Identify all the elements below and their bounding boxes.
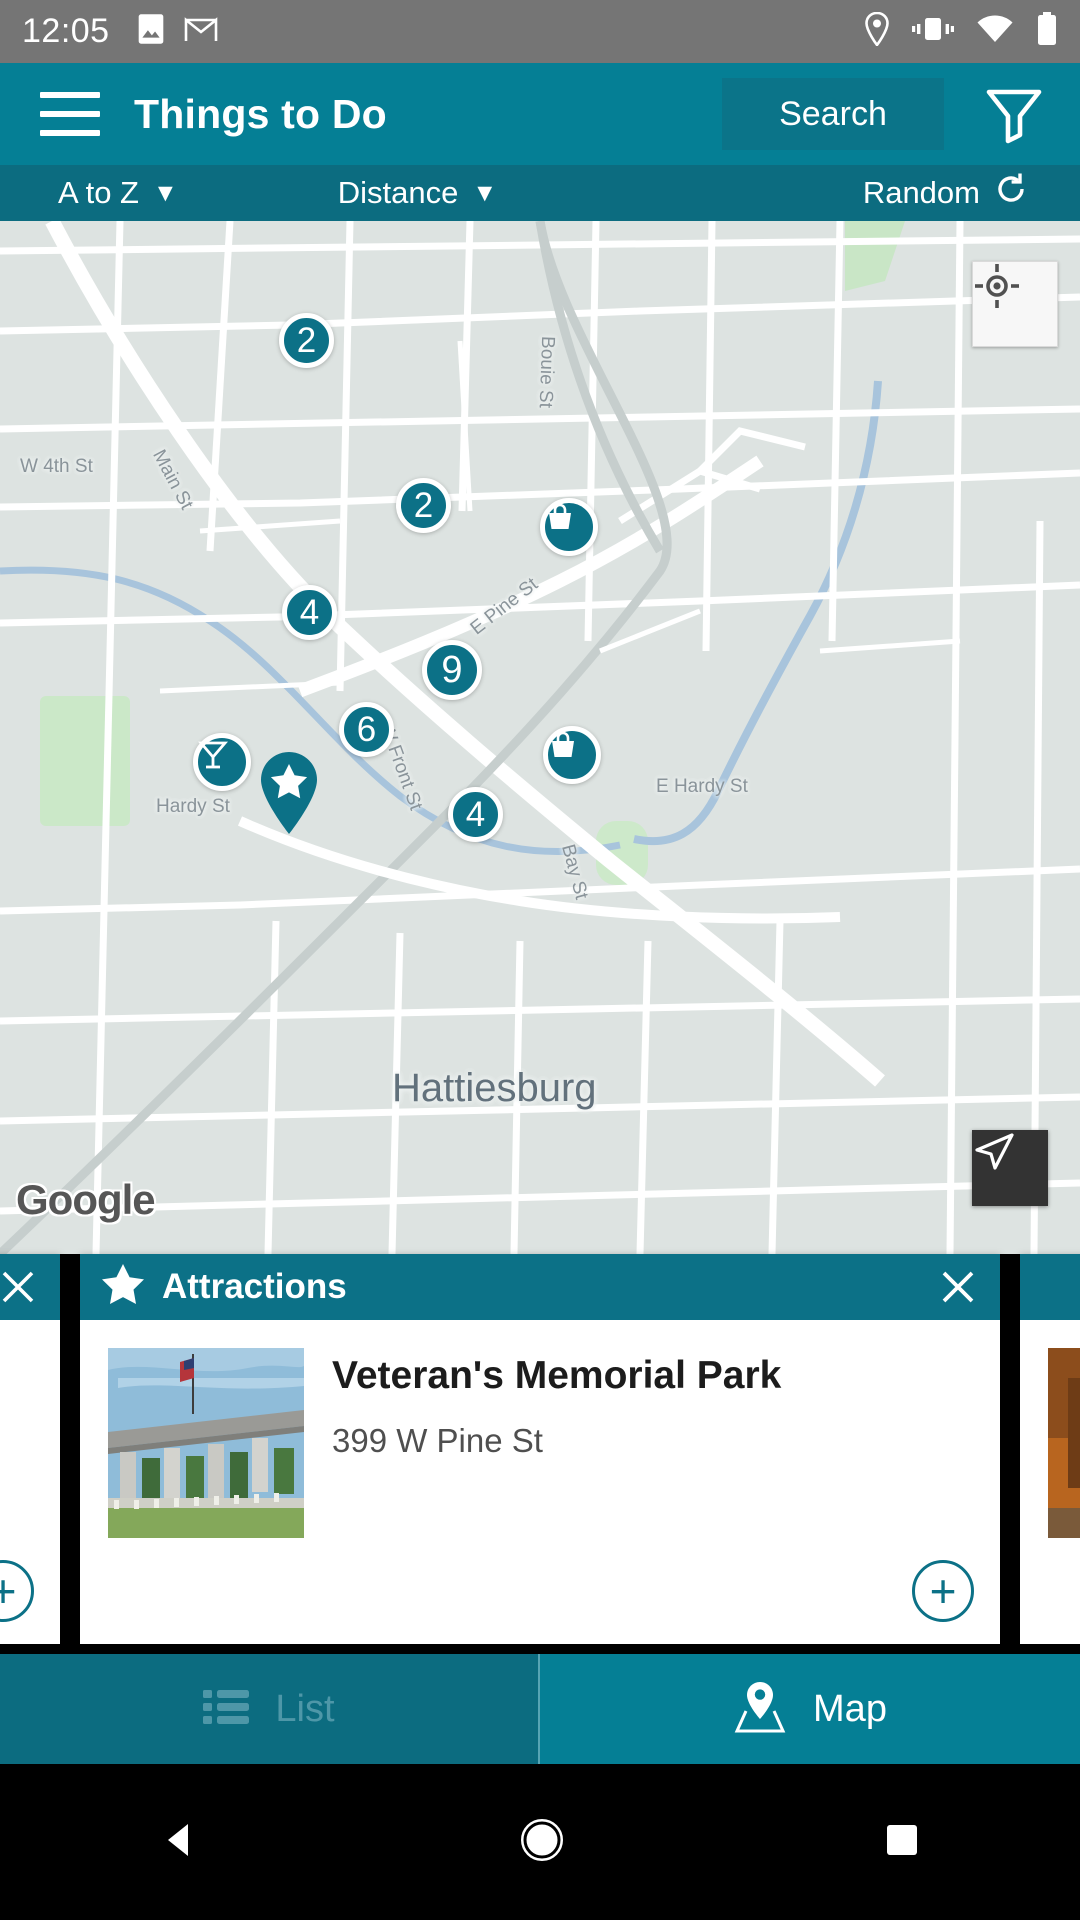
sort-option-distance[interactable]: Distance ▼	[338, 175, 497, 211]
bottom-navigation: List Map	[0, 1654, 1080, 1764]
status-notification-icons	[136, 13, 218, 50]
cluster-count: 6	[356, 709, 377, 749]
map-view[interactable]: Hattiesburg W 4th St Main St Bouie St E …	[0, 221, 1080, 1254]
cluster-count: 2	[413, 485, 434, 525]
wifi-icon	[976, 14, 1014, 49]
chevron-down-icon: ▼	[472, 178, 498, 207]
cluster-count: 4	[299, 592, 320, 632]
map-pin-icon	[733, 1681, 787, 1738]
sort-label-distance: Distance	[337, 175, 459, 210]
close-x-icon[interactable]	[936, 1265, 980, 1309]
page-title: Things to Do	[134, 90, 387, 137]
map-cluster-marker[interactable]: 4	[448, 787, 503, 842]
card-category-label: Attractions	[162, 1267, 347, 1306]
location-icon	[864, 11, 890, 51]
sort-label-a-to-z: A to Z	[58, 175, 139, 210]
status-clock: 12:05	[22, 12, 110, 50]
app-bar: Things to Do Search	[0, 63, 1080, 165]
android-navigation-bar	[0, 1764, 1080, 1920]
refresh-icon	[994, 172, 1028, 214]
poi-address: 399 W Pine St	[332, 1422, 543, 1459]
map-city-label: Hattiesburg	[392, 1066, 597, 1110]
status-bar: 12:05	[0, 0, 1080, 63]
tab-label-map: Map	[813, 1687, 887, 1730]
card-header	[0, 1254, 60, 1320]
google-attribution: Google	[16, 1176, 156, 1223]
sort-bar: A to Z ▼ Distance ▼ Random	[0, 165, 1080, 221]
list-lines-icon	[203, 1687, 250, 1732]
star-icon	[100, 1262, 146, 1313]
search-button[interactable]: Search	[722, 78, 944, 150]
home-circle-icon[interactable]	[518, 1816, 566, 1869]
card-body	[1020, 1320, 1080, 1644]
poi-card-carousel[interactable]: + Attractions Veteran's Memorial Park 39…	[0, 1254, 1080, 1644]
chevron-down-icon: ▼	[152, 178, 178, 207]
filter-funnel-icon[interactable]	[966, 66, 1062, 162]
close-x-icon[interactable]	[0, 1265, 40, 1309]
map-poi-nightlife[interactable]	[193, 733, 251, 791]
street-label: Hardy St	[156, 796, 230, 817]
poi-thumbnail	[108, 1348, 304, 1538]
cluster-count: 2	[296, 320, 317, 360]
card-header: Attractions	[80, 1254, 1000, 1320]
poi-card-previous[interactable]: +	[0, 1254, 60, 1644]
street-label: Bouie St	[534, 335, 559, 409]
phone-screen: 12:05 Things to Do Search A to Z ▼ Dista…	[0, 0, 1080, 1920]
vibrate-icon	[912, 14, 954, 49]
sort-option-a-to-z[interactable]: A to Z ▼	[58, 175, 178, 211]
cluster-count: 9	[441, 648, 463, 691]
navigation-arrow-icon[interactable]	[972, 1130, 1048, 1206]
poi-name: Veteran's Memorial Park	[332, 1354, 782, 1397]
back-triangle-icon[interactable]	[158, 1818, 202, 1867]
recents-square-icon[interactable]	[882, 1820, 922, 1865]
star-location-pin[interactable]	[257, 751, 321, 835]
sort-label-random: Random	[862, 175, 980, 210]
battery-icon	[1036, 12, 1058, 51]
map-cluster-marker[interactable]: 2	[279, 313, 334, 368]
tab-list[interactable]: List	[0, 1654, 540, 1764]
card-header	[1020, 1254, 1080, 1320]
card-body: Veteran's Memorial Park 399 W Pine St +	[80, 1320, 1000, 1644]
status-system-icons	[864, 11, 1058, 51]
plus-circle-icon[interactable]: +	[912, 1560, 974, 1622]
plus-circle-icon[interactable]: +	[0, 1560, 34, 1622]
my-location-crosshair-icon[interactable]	[972, 261, 1058, 347]
map-cluster-marker[interactable]: 2	[396, 478, 451, 533]
street-label: W 4th St	[20, 456, 93, 477]
map-poi-shopping[interactable]	[543, 726, 601, 784]
hamburger-menu-icon[interactable]	[40, 92, 100, 136]
poi-details: Veteran's Memorial Park 399 W Pine St	[332, 1348, 781, 1644]
map-cluster-marker[interactable]: 4	[282, 585, 337, 640]
photos-icon	[136, 13, 166, 50]
map-poi-shopping[interactable]	[540, 498, 598, 556]
cluster-count: 4	[465, 794, 486, 834]
tab-map[interactable]: Map	[540, 1654, 1080, 1764]
map-cluster-marker[interactable]: 9	[422, 640, 482, 700]
gmail-icon	[184, 15, 218, 48]
poi-card-next[interactable]	[1020, 1254, 1080, 1644]
card-body: +	[0, 1320, 60, 1644]
sort-option-random[interactable]: Random	[863, 172, 1028, 214]
map-cluster-marker[interactable]: 6	[339, 702, 394, 757]
poi-card-current[interactable]: Attractions Veteran's Memorial Park 399 …	[80, 1254, 1000, 1644]
poi-thumbnail	[1048, 1348, 1080, 1538]
street-label: E Hardy St	[656, 776, 748, 797]
tab-label-list: List	[275, 1687, 335, 1730]
